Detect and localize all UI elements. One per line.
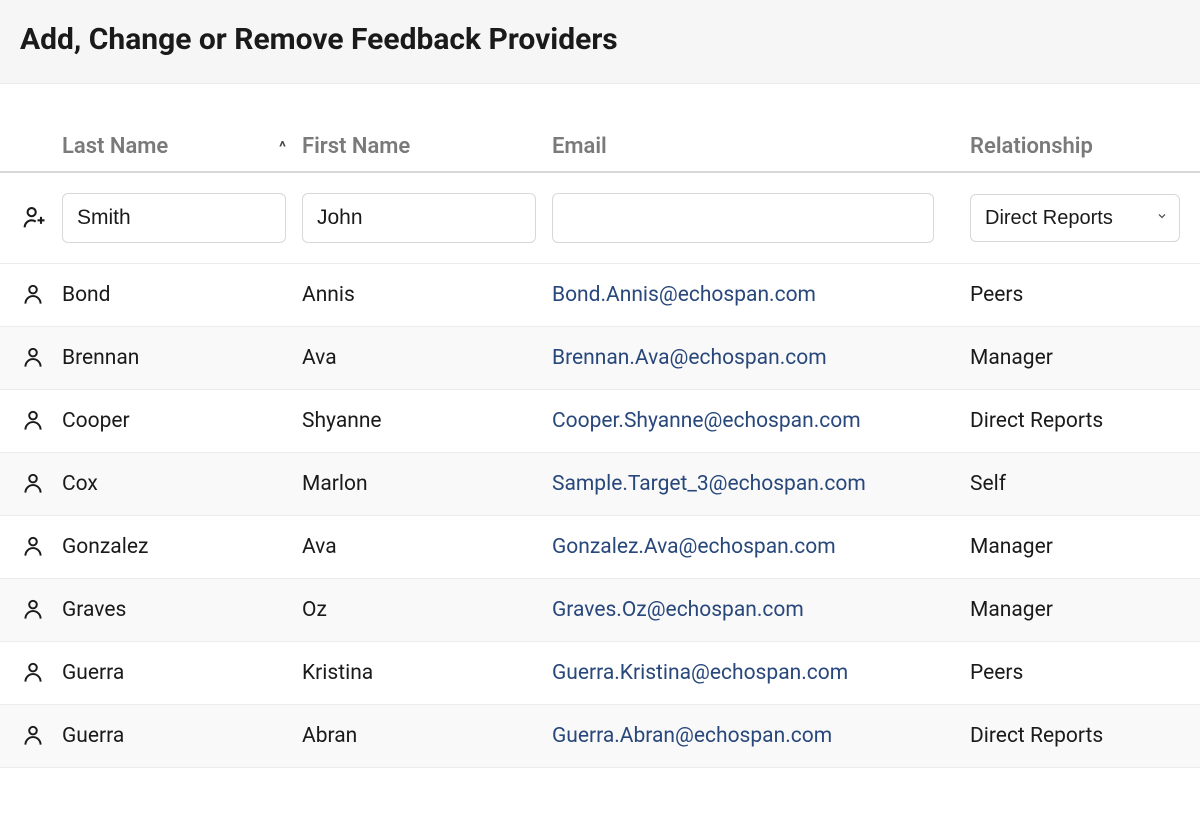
sort-caret-icon: ^ xyxy=(279,137,302,156)
cell-lastname: Guerra xyxy=(62,661,302,685)
column-header-firstname-label: First Name xyxy=(302,134,410,159)
email-link[interactable]: Bond.Annis@echospan.com xyxy=(552,283,816,307)
cell-firstname: Ava xyxy=(302,346,552,370)
cell-email: Guerra.Abran@echospan.com xyxy=(552,724,970,748)
relationship-select[interactable]: Direct Reports xyxy=(970,194,1180,242)
person-icon xyxy=(20,282,62,308)
content-area: Last Name ^ First Name Email Relationshi… xyxy=(0,84,1200,768)
cell-lastname: Bond xyxy=(62,283,302,307)
person-icon-cell xyxy=(20,723,62,749)
table-body: BondAnnisBond.Annis@echospan.com Peers Bre… xyxy=(0,264,1200,768)
email-input[interactable] xyxy=(552,193,934,243)
column-header-relationship[interactable]: Relationship xyxy=(970,134,1180,159)
cell-firstname: Marlon xyxy=(302,472,552,496)
person-icon xyxy=(20,597,62,623)
person-icon-cell xyxy=(20,408,62,434)
add-person-icon[interactable] xyxy=(20,204,62,232)
column-header-email-label: Email xyxy=(552,134,607,159)
email-link[interactable]: Sample.Target_3@echospan.com xyxy=(552,472,866,496)
cell-lastname: Guerra xyxy=(62,724,302,748)
person-icon xyxy=(20,471,62,497)
table-row[interactable]: GuerraAbranGuerra.Abran@echospan.com Dire… xyxy=(0,705,1200,768)
person-icon xyxy=(20,534,62,560)
cell-email: Bond.Annis@echospan.com xyxy=(552,283,970,307)
email-link[interactable]: Gonzalez.Ava@echospan.com xyxy=(552,535,836,559)
cell-firstname: Oz xyxy=(302,598,552,622)
cell-relationship: Manager xyxy=(970,346,1180,370)
cell-email: Graves.Oz@echospan.com xyxy=(552,598,970,622)
cell-firstname: Kristina xyxy=(302,661,552,685)
table-row[interactable]: BrennanAvaBrennan.Ava@echospan.com Manage… xyxy=(0,327,1200,390)
firstname-input[interactable] xyxy=(302,193,536,243)
column-header-lastname-label: Last Name xyxy=(62,134,168,159)
add-person-icon-cell xyxy=(20,204,62,232)
cell-lastname: Brennan xyxy=(62,346,302,370)
person-icon xyxy=(20,408,62,434)
cell-lastname: Gonzalez xyxy=(62,535,302,559)
table-row[interactable]: CoxMarlonSample.Target_3@echospan.com Sel… xyxy=(0,453,1200,516)
cell-firstname: Abran xyxy=(302,724,552,748)
email-link[interactable]: Guerra.Kristina@echospan.com xyxy=(552,661,848,685)
cell-relationship: Direct Reports xyxy=(970,409,1180,433)
table-header-row: Last Name ^ First Name Email Relationshi… xyxy=(0,134,1200,173)
column-header-firstname[interactable]: First Name xyxy=(302,134,552,159)
cell-firstname: Shyanne xyxy=(302,409,552,433)
person-icon-cell xyxy=(20,345,62,371)
email-link[interactable]: Cooper.Shyanne@echospan.com xyxy=(552,409,861,433)
table-row[interactable]: BondAnnisBond.Annis@echospan.com Peers xyxy=(0,264,1200,327)
cell-relationship: Self xyxy=(970,472,1180,496)
cell-relationship: Manager xyxy=(970,535,1180,559)
email-link[interactable]: Graves.Oz@echospan.com xyxy=(552,598,804,622)
person-icon xyxy=(20,660,62,686)
cell-lastname: Graves xyxy=(62,598,302,622)
cell-relationship: Manager xyxy=(970,598,1180,622)
cell-firstname: Ava xyxy=(302,535,552,559)
table-row[interactable]: GravesOzGraves.Oz@echospan.com Manager xyxy=(0,579,1200,642)
cell-email: Sample.Target_3@echospan.com xyxy=(552,472,970,496)
table-row[interactable]: GonzalezAvaGonzalez.Ava@echospan.com Mana… xyxy=(0,516,1200,579)
person-icon xyxy=(20,723,62,749)
page-header: Add, Change or Remove Feedback Providers xyxy=(0,0,1200,84)
cell-lastname: Cooper xyxy=(62,409,302,433)
column-header-lastname[interactable]: Last Name ^ xyxy=(62,134,302,159)
cell-relationship: Peers xyxy=(970,661,1180,685)
cell-lastname: Cox xyxy=(62,472,302,496)
person-icon xyxy=(20,345,62,371)
person-icon-cell xyxy=(20,597,62,623)
email-link[interactable]: Brennan.Ava@echospan.com xyxy=(552,346,827,370)
cell-relationship: Peers xyxy=(970,283,1180,307)
add-new-row: Direct Reports xyxy=(0,173,1200,264)
column-header-email[interactable]: Email xyxy=(552,134,970,159)
cell-firstname: Annis xyxy=(302,283,552,307)
cell-email: Cooper.Shyanne@echospan.com xyxy=(552,409,970,433)
cell-relationship: Direct Reports xyxy=(970,724,1180,748)
table-row[interactable]: GuerraKristinaGuerra.Kristina@echospan.c… xyxy=(0,642,1200,705)
person-icon-cell xyxy=(20,471,62,497)
person-icon-cell xyxy=(20,282,62,308)
person-icon-cell xyxy=(20,660,62,686)
cell-email: Guerra.Kristina@echospan.com xyxy=(552,661,970,685)
cell-email: Gonzalez.Ava@echospan.com xyxy=(552,535,970,559)
cell-email: Brennan.Ava@echospan.com xyxy=(552,346,970,370)
column-header-relationship-label: Relationship xyxy=(970,134,1093,159)
email-link[interactable]: Guerra.Abran@echospan.com xyxy=(552,724,832,748)
person-icon-cell xyxy=(20,534,62,560)
table-row[interactable]: CooperShyanneCooper.Shyanne@echospan.com… xyxy=(0,390,1200,453)
page-title: Add, Change or Remove Feedback Providers xyxy=(20,22,1180,57)
lastname-input[interactable] xyxy=(62,193,286,243)
